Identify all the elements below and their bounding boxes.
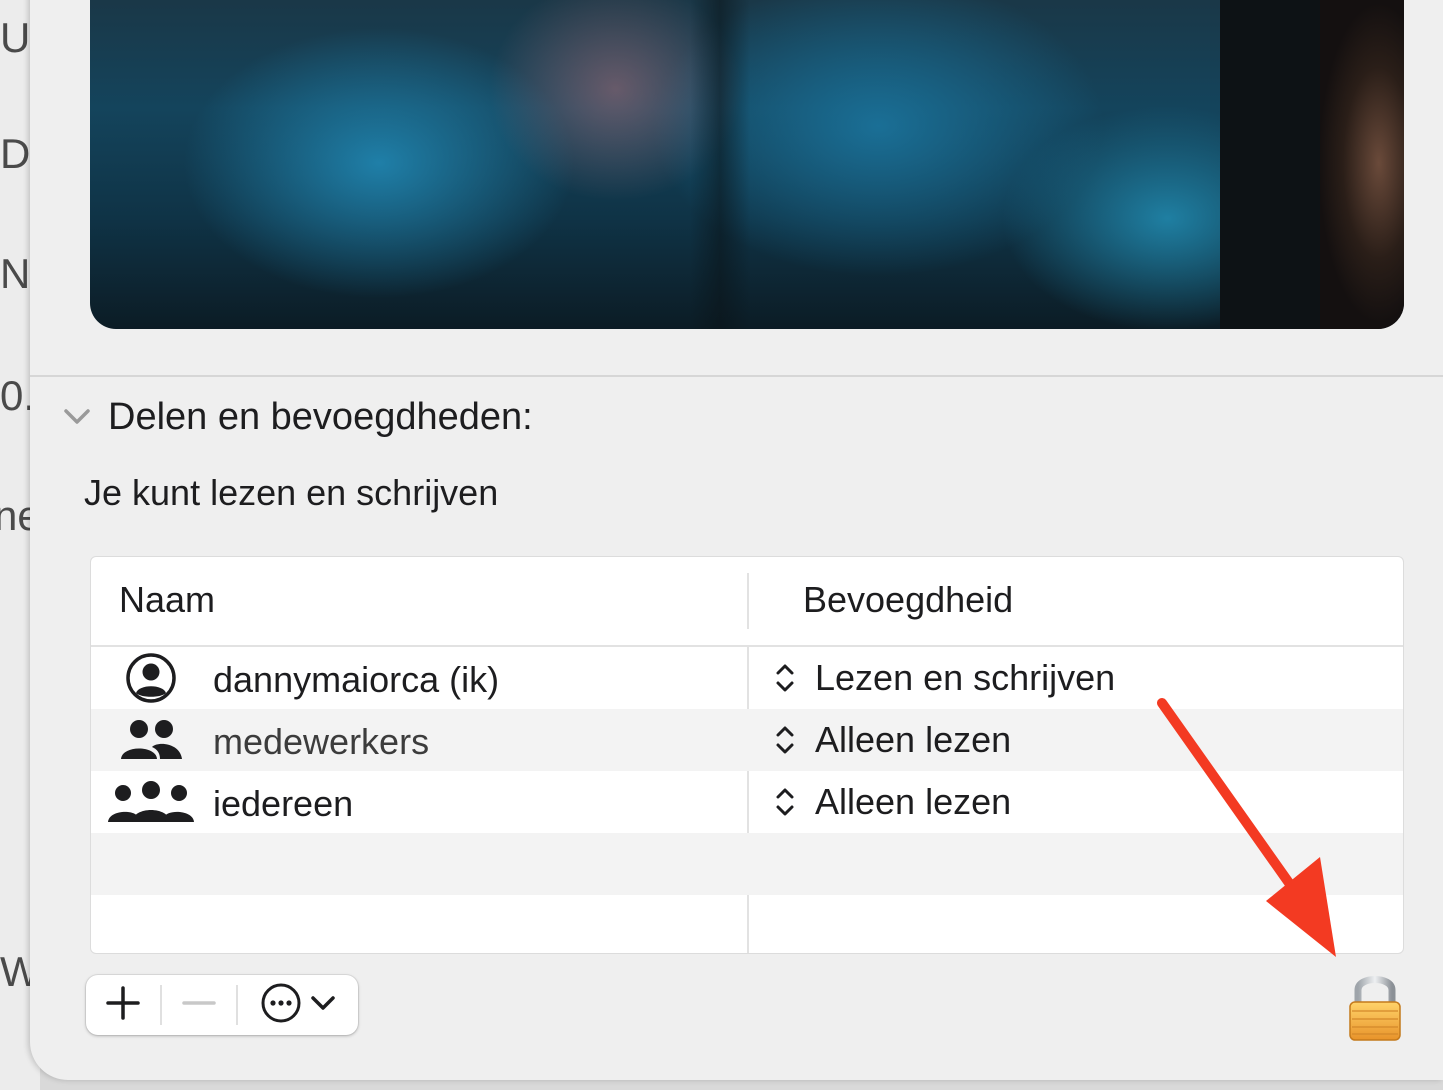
group-icon	[105, 709, 197, 771]
background-text-fragment: D	[0, 130, 31, 177]
table-header: Naam Bevoegdheid	[91, 557, 1403, 647]
plus-icon	[105, 985, 141, 1026]
minus-icon	[181, 985, 217, 1026]
annotation-arrow	[1157, 698, 1336, 957]
image-preview	[90, 0, 1404, 329]
chevron-down-icon	[310, 994, 336, 1017]
sharing-permissions-header[interactable]: Delen en bevoegdheden:	[62, 392, 533, 442]
permission-select[interactable]: Alleen lezen	[771, 771, 1011, 833]
section-divider	[30, 375, 1443, 377]
add-button[interactable]	[86, 975, 160, 1035]
more-actions-button[interactable]	[238, 975, 358, 1035]
chevron-down-icon[interactable]	[62, 402, 92, 432]
up-down-chevron-icon	[771, 722, 799, 758]
permission-value: Alleen lezen	[815, 719, 1012, 760]
background-text-fragment: U	[0, 14, 31, 61]
section-title: Delen en bevoegdheden:	[108, 395, 533, 438]
up-down-chevron-icon	[771, 660, 799, 696]
info-panel: Delen en bevoegdheden: Je kunt lezen en …	[30, 0, 1443, 1080]
up-down-chevron-icon	[771, 784, 799, 820]
permission-status: Je kunt lezen en schrijven	[84, 472, 499, 513]
everyone-icon	[105, 771, 197, 833]
lock-icon[interactable]	[1346, 970, 1404, 1042]
permission-value: Alleen lezen	[815, 781, 1012, 822]
user-name: dannymaiorca (ik)	[213, 659, 500, 700]
permission-select[interactable]: Lezen en schrijven	[771, 647, 1115, 709]
column-header-name[interactable]: Naam	[119, 579, 215, 621]
background-text-fragment: N	[0, 250, 31, 297]
ellipsis-circle-icon	[260, 982, 302, 1029]
permissions-toolbar	[86, 975, 358, 1035]
user-circle-icon	[105, 647, 197, 709]
column-header-permission[interactable]: Bevoegdheid	[803, 579, 1013, 621]
remove-button[interactable]	[162, 975, 236, 1035]
permission-select[interactable]: Alleen lezen	[771, 709, 1011, 771]
group-name: iedereen	[213, 783, 354, 824]
permission-value: Lezen en schrijven	[815, 657, 1116, 698]
group-name: medewerkers	[213, 721, 430, 762]
